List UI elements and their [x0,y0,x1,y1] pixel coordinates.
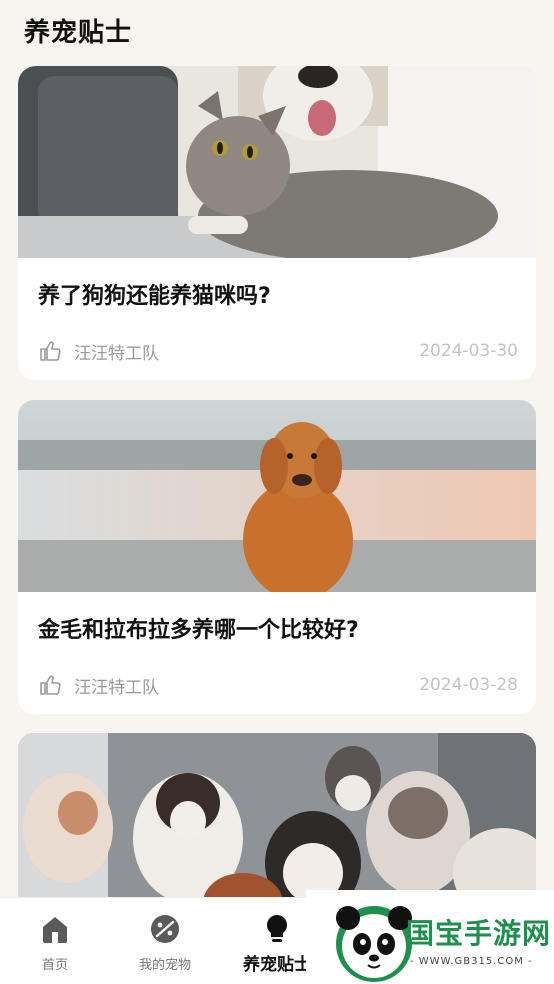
article-author: 汪汪特工队 [74,343,159,364]
cat-and-dog-photo [18,66,536,258]
tab-my-pets[interactable]: 我的宠物 [110,898,220,984]
tab-label: 我的宠物 [138,958,191,973]
home-icon [43,917,67,943]
thumbs-up-icon[interactable] [38,673,62,697]
lightbulb-icon [267,915,287,942]
watermark-url: - WWW.GB315.COM - [410,956,533,967]
tab-label: 养宠贴士 [243,955,311,975]
tab-label: 首页 [41,958,68,973]
article-title[interactable]: 金毛和拉布拉多养哪一个比较好? [38,612,359,644]
article-card[interactable]: 养了狗狗还能养猫咪吗? 汪汪特工队 2024-03-30 [18,66,536,380]
golden-retriever-beach-photo [18,400,536,592]
page-title: 养宠贴士 [24,18,133,48]
thumbs-up-icon[interactable] [38,339,62,363]
watermark-brand: 国宝手游网 [406,917,552,950]
article-meta: 汪汪特工队 2024-03-28 [38,672,518,698]
pet-icon [151,915,179,943]
article-date: 2024-03-28 [419,675,518,695]
tab-home[interactable]: 首页 [0,898,110,984]
article-title[interactable]: 养了狗狗还能养猫咪吗? [38,278,271,310]
article-date: 2024-03-30 [419,341,518,361]
article-card[interactable]: 金毛和拉布拉多养哪一个比较好? 汪汪特工队 2024-03-28 [18,400,536,714]
article-meta: 汪汪特工队 2024-03-30 [38,338,518,364]
article-author: 汪汪特工队 [74,677,159,698]
watermark-logo: 国宝手游网 - WWW.GB315.COM - [306,890,554,984]
